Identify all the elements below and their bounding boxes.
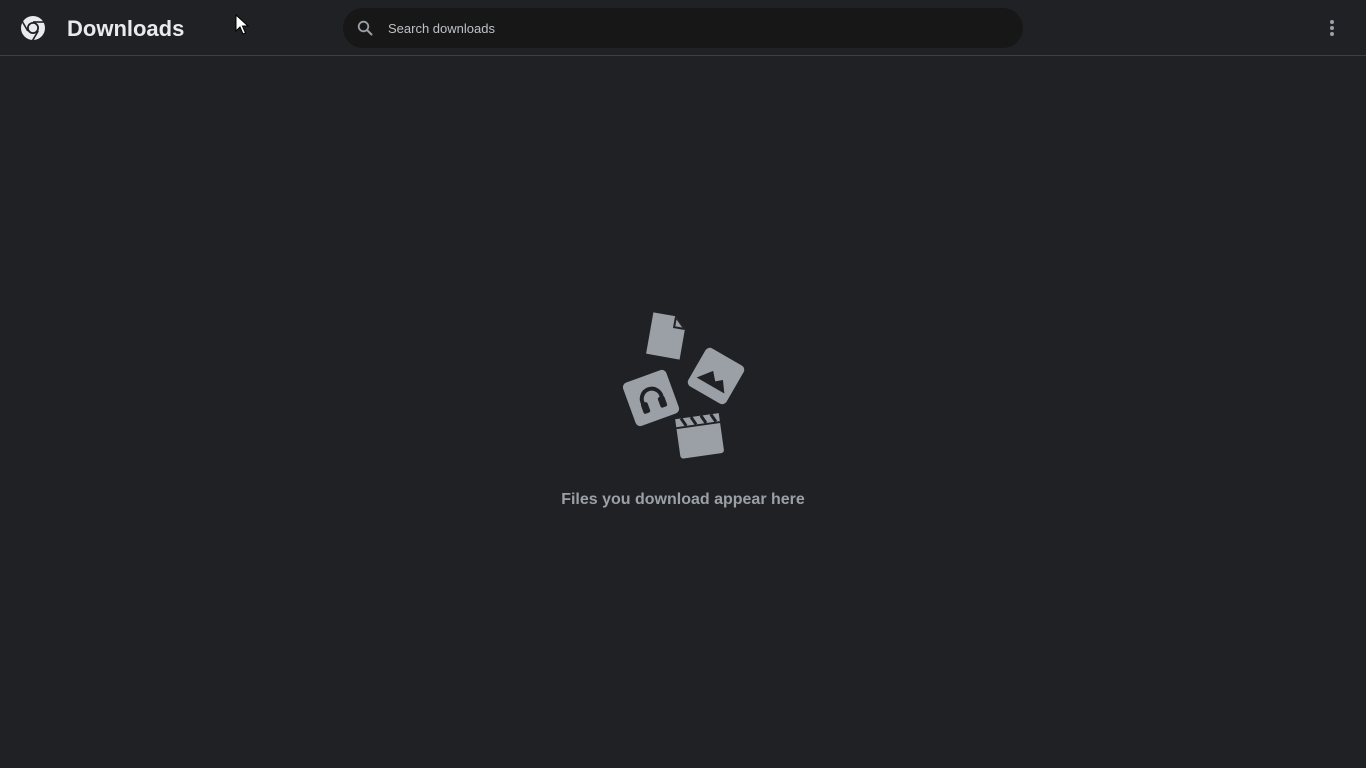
mouse-cursor-icon [235,14,249,35]
chrome-logo-icon [21,16,45,41]
search-input[interactable] [388,8,988,48]
file-types-icon [622,312,745,459]
search-bar[interactable] [343,8,1023,48]
more-vert-icon[interactable] [1320,16,1344,40]
toolbar: Downloads [0,0,1366,56]
search-icon[interactable] [357,20,373,36]
empty-state-message: Files you download appear here [561,491,805,508]
page-title: Downloads [67,16,185,41]
